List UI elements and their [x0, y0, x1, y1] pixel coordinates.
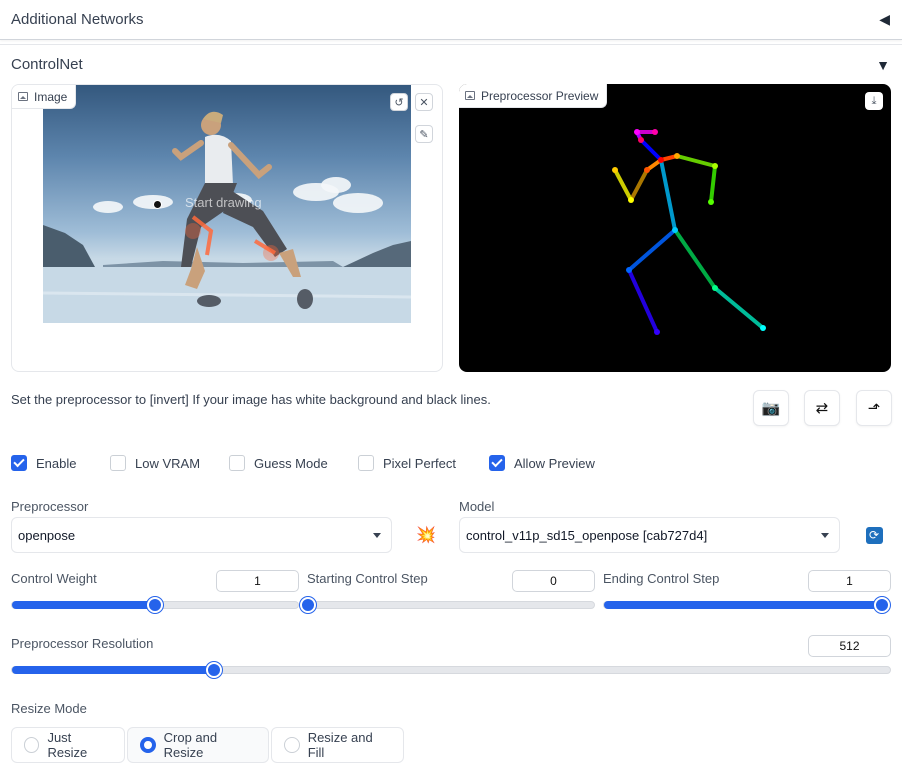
resolution-slider[interactable] — [11, 662, 891, 678]
send-arrow-icon: ⬏ — [867, 400, 881, 417]
starting-step-label: Starting Control Step — [307, 571, 428, 586]
undo-icon[interactable]: ↺ — [390, 93, 408, 111]
ending-step-input[interactable]: 1 — [808, 570, 891, 592]
uploaded-photo[interactable]: Start drawing — [43, 85, 411, 323]
clear-close-icon[interactable]: ✕ — [415, 93, 433, 111]
slider-thumb[interactable] — [874, 597, 890, 613]
checkbox-unchecked[interactable] — [110, 455, 126, 471]
camera-icon: 📷 — [761, 400, 781, 417]
preview-panel-label: Preprocessor Preview — [459, 84, 608, 108]
just-resize-label: Just Resize — [47, 730, 88, 760]
chevron-down-icon — [373, 532, 381, 538]
model-dropdown[interactable]: control_v11p_sd15_openpose [cab727d4] — [459, 517, 840, 553]
resize-mode-label: Resize Mode — [11, 701, 87, 716]
preprocessor-value: openpose — [18, 527, 76, 543]
ending-step-label: Ending Control Step — [603, 571, 720, 586]
crop-and-resize-label: Crop and Resize — [163, 730, 218, 760]
guess-mode-checkbox[interactable]: Guess Mode — [229, 455, 328, 471]
preprocessor-label: Preprocessor — [11, 499, 89, 514]
starting-step-input[interactable]: 0 — [512, 570, 595, 592]
additional-networks-title: Additional Networks — [11, 11, 144, 28]
preview-label-text: Preprocessor Preview — [481, 88, 599, 103]
camera-button[interactable]: 📷 — [753, 390, 789, 426]
image-label-text: Image — [34, 89, 68, 104]
pixel-perfect-label: Pixel Perfect — [383, 455, 456, 471]
allow-preview-checkbox[interactable]: Allow Preview — [489, 455, 595, 471]
ending-step-slider[interactable] — [603, 597, 890, 613]
image-canvas-panel[interactable]: Image Start drawing ↺ ✕ ✎ — [11, 84, 443, 372]
image-panel-label: Image — [12, 85, 77, 109]
resolution-label: Preprocessor Resolution — [11, 636, 154, 651]
checkbox-unchecked[interactable] — [229, 455, 245, 471]
low-vram-checkbox[interactable]: Low VRAM — [110, 455, 200, 471]
preprocessor-preview-panel: Preprocessor Preview ⤓ — [459, 84, 891, 372]
checkbox-checked[interactable] — [489, 455, 505, 471]
expand-down-icon: ▼ — [876, 56, 890, 73]
low-vram-label: Low VRAM — [135, 455, 201, 471]
explosion-icon: 💥 — [416, 527, 436, 544]
openpose-skeleton — [612, 129, 766, 335]
brush-cursor — [153, 200, 162, 209]
slider-thumb[interactable] — [205, 662, 222, 678]
controlnet-title: ControlNet — [11, 56, 83, 73]
swap-icon: ⇄ — [815, 400, 829, 417]
preprocessor-dropdown[interactable]: openpose — [11, 517, 392, 553]
additional-networks-header[interactable]: Additional Networks ◀ — [0, 0, 902, 40]
pixel-perfect-checkbox[interactable]: Pixel Perfect — [358, 455, 456, 471]
slider-thumb[interactable] — [300, 597, 316, 613]
enable-checkbox[interactable]: Enable — [11, 455, 76, 471]
refresh-models-button[interactable]: ⟳ — [857, 517, 891, 553]
slider-thumb[interactable] — [147, 597, 163, 613]
control-weight-label: Control Weight — [11, 571, 97, 586]
chevron-down-icon — [821, 532, 829, 538]
image-icon — [465, 91, 475, 100]
refresh-icon: ⟳ — [865, 526, 883, 544]
crop-and-resize-radio[interactable]: Crop and Resize — [127, 727, 269, 763]
resize-and-fill-radio[interactable]: Resize and Fill — [271, 727, 404, 763]
just-resize-radio[interactable]: Just Resize — [11, 727, 125, 763]
invert-hint-text: Set the preprocessor to [invert] If your… — [11, 392, 491, 407]
model-label: Model — [459, 499, 495, 514]
swap-dimensions-button[interactable]: ⇄ — [804, 390, 840, 426]
radio-selected[interactable] — [140, 737, 156, 753]
resize-and-fill-label: Resize and Fill — [307, 730, 373, 760]
send-dimensions-button[interactable]: ⬏ — [856, 390, 892, 426]
enable-label: Enable — [36, 455, 77, 471]
control-weight-slider[interactable] — [11, 597, 299, 613]
controlnet-header[interactable]: ControlNet ▼ — [0, 44, 902, 84]
radio-unselected[interactable] — [284, 737, 300, 753]
checkbox-checked[interactable] — [11, 455, 27, 471]
start-drawing-hint: Start drawing — [185, 195, 262, 210]
starting-step-slider[interactable] — [300, 597, 595, 613]
guess-mode-label: Guess Mode — [254, 455, 328, 471]
model-value: control_v11p_sd15_openpose [cab727d4] — [466, 527, 708, 543]
image-icon — [18, 92, 28, 101]
control-weight-input[interactable]: 1 — [216, 570, 299, 592]
collapse-left-icon: ◀ — [879, 11, 890, 27]
allow-preview-label: Allow Preview — [514, 455, 595, 471]
run-preprocessor-button[interactable]: 💥 — [409, 517, 443, 553]
resolution-input[interactable]: 512 — [808, 635, 891, 657]
brush-icon[interactable]: ✎ — [415, 125, 433, 143]
checkbox-unchecked[interactable] — [358, 455, 374, 471]
radio-unselected[interactable] — [24, 737, 40, 753]
